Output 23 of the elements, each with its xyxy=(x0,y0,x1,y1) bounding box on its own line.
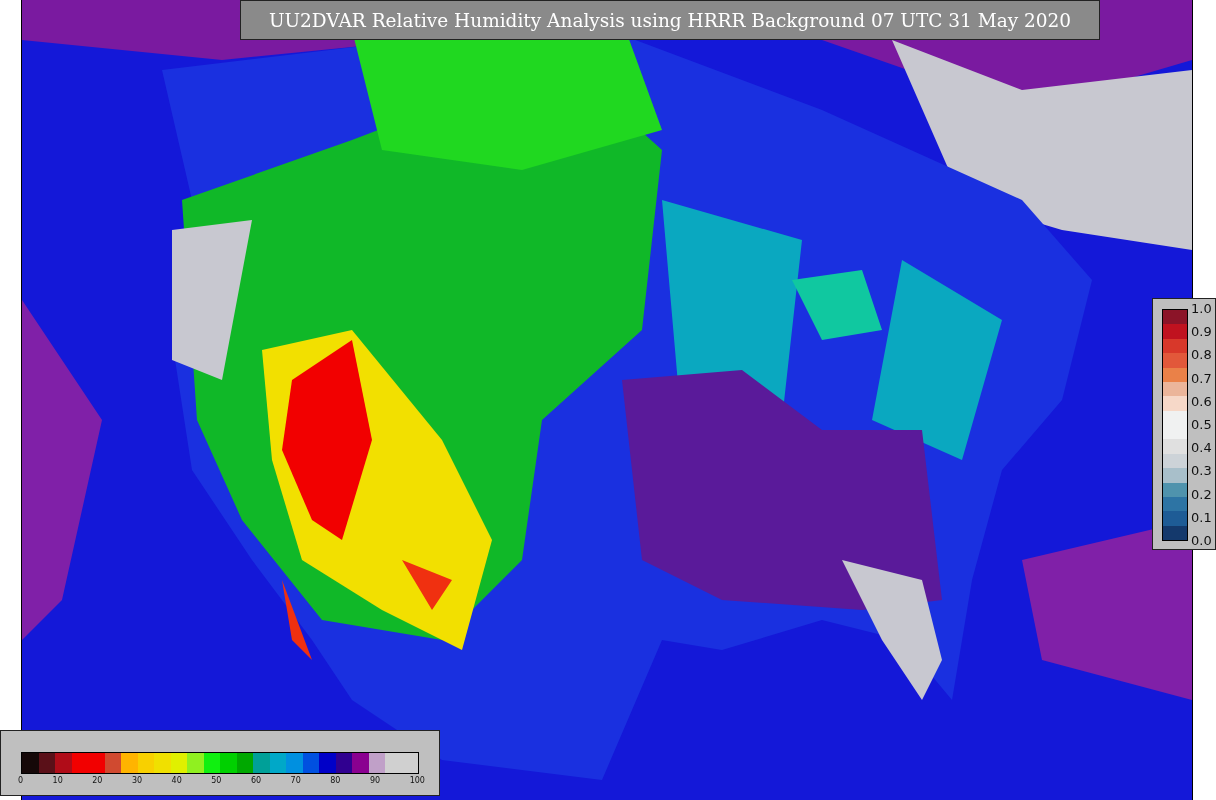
tick-label: 0.5 xyxy=(1191,416,1212,433)
tick-label: 0.0 xyxy=(1191,532,1212,549)
tick-label: 40 xyxy=(171,776,182,785)
tick-label: 0.3 xyxy=(1191,463,1212,480)
tick-label: 10 xyxy=(52,776,63,785)
tick-label: 50 xyxy=(211,776,222,785)
tick-label: 1.0 xyxy=(1191,301,1212,317)
tick-label: 0.2 xyxy=(1191,486,1212,503)
tick-label: 100 xyxy=(409,776,425,785)
tick-label: 0.6 xyxy=(1191,393,1212,410)
tick-label: 0.4 xyxy=(1191,440,1212,457)
tick-label: 90 xyxy=(369,776,381,785)
tick-label: 30 xyxy=(131,776,143,785)
tick-label: 0.7 xyxy=(1191,370,1212,387)
tick-label: 80 xyxy=(330,776,341,785)
tick-label: 20 xyxy=(92,776,103,785)
chart-title: UU2DVAR Relative Humidity Analysis using HRRR Background 07 UTC 31 May 2020 xyxy=(240,0,1100,40)
tick-label: 0.9 xyxy=(1191,324,1212,341)
tick-label: 70 xyxy=(290,776,301,785)
tick-label: 0.8 xyxy=(1191,347,1212,364)
tick-label: 60 xyxy=(250,776,262,785)
tick-label: 0.1 xyxy=(1191,509,1212,526)
tick-label: 0 xyxy=(18,776,24,785)
